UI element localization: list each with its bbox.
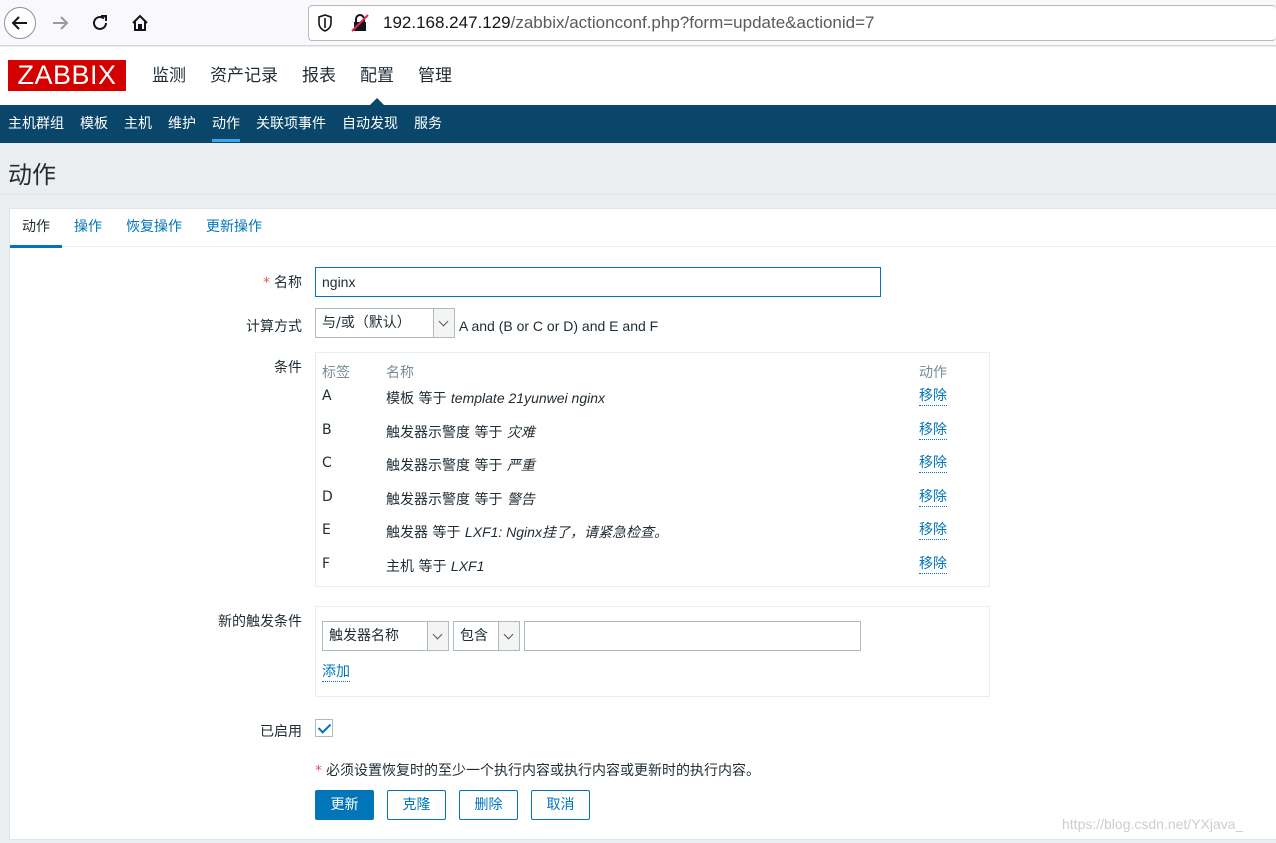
arrow-right-icon bbox=[53, 16, 69, 30]
condition-name: 触发器示警度 等于 灾难 bbox=[386, 424, 535, 441]
col-header-action: 动作 bbox=[919, 365, 947, 381]
condition-label: C bbox=[322, 455, 332, 471]
update-button[interactable]: 更新 bbox=[315, 790, 374, 820]
menu-inventory[interactable]: 资产记录 bbox=[198, 47, 290, 105]
calc-label: 计算方式 bbox=[246, 319, 302, 335]
name-input[interactable]: nginx bbox=[315, 267, 881, 297]
remove-link[interactable]: 移除 bbox=[919, 455, 947, 473]
enabled-label: 已启用 bbox=[260, 724, 302, 740]
browser-toolbar: 192.168.247.129/zabbix/actionconf.php?fo… bbox=[0, 0, 1276, 46]
subnav-templates[interactable]: 模板 bbox=[72, 105, 116, 143]
remove-link[interactable]: 移除 bbox=[919, 422, 947, 440]
subnav-event-correlation[interactable]: 关联项事件 bbox=[248, 105, 334, 143]
url-bar[interactable]: 192.168.247.129/zabbix/actionconf.php?fo… bbox=[308, 5, 1276, 41]
add-condition-link[interactable]: 添加 bbox=[322, 663, 350, 682]
subnav-discovery[interactable]: 自动发现 bbox=[334, 105, 406, 143]
clone-button[interactable]: 克隆 bbox=[387, 790, 446, 820]
condition-operator-select[interactable]: 包含 bbox=[453, 621, 520, 651]
condition-label: B bbox=[322, 422, 332, 438]
table-row: C 触发器示警度 等于 严重 移除 bbox=[316, 455, 989, 489]
home-icon bbox=[132, 14, 148, 31]
back-button[interactable] bbox=[4, 7, 36, 39]
conditions-table: 标签 名称 动作 A 模板 等于 template 21yunwei nginx… bbox=[315, 352, 990, 587]
menu-monitoring[interactable]: 监测 bbox=[140, 47, 198, 105]
table-row: B 触发器示警度 等于 灾难 移除 bbox=[316, 422, 989, 456]
tab-action[interactable]: 动作 bbox=[10, 209, 62, 248]
menu-configuration[interactable]: 配置 bbox=[348, 47, 406, 105]
condition-label: F bbox=[322, 556, 331, 572]
title-divider bbox=[0, 194, 1276, 195]
condition-type-value: 触发器名称 bbox=[329, 628, 399, 644]
subnav-actions[interactable]: 动作 bbox=[204, 105, 248, 143]
remove-link[interactable]: 移除 bbox=[919, 489, 947, 507]
table-row: D 触发器示警度 等于 警告 移除 bbox=[316, 489, 989, 523]
zabbix-logo[interactable]: ZABBIX bbox=[8, 60, 126, 91]
table-row: A 模板 等于 template 21yunwei nginx 移除 bbox=[316, 388, 989, 422]
tab-operations[interactable]: 操作 bbox=[62, 209, 114, 247]
arrow-left-icon bbox=[11, 16, 27, 30]
condition-type-select[interactable]: 触发器名称 bbox=[322, 621, 449, 651]
condition-name: 模板 等于 template 21yunwei nginx bbox=[386, 390, 606, 407]
col-header-label: 标签 bbox=[322, 365, 350, 381]
reload-button[interactable] bbox=[84, 7, 116, 39]
subnav-maintenance[interactable]: 维护 bbox=[160, 105, 204, 143]
delete-button[interactable]: 删除 bbox=[459, 790, 518, 820]
page-title: 动作 bbox=[8, 161, 56, 189]
tab-recovery-operations[interactable]: 恢复操作 bbox=[114, 209, 194, 247]
condition-label: E bbox=[322, 522, 331, 538]
subnav-host-groups[interactable]: 主机群组 bbox=[0, 105, 72, 143]
required-note: * 必须设置恢复时的至少一个执行内容或执行内容或更新时的执行内容。 bbox=[315, 763, 760, 779]
condition-label: D bbox=[322, 489, 333, 505]
insecure-lock-icon bbox=[351, 14, 369, 36]
condition-value-input[interactable] bbox=[524, 621, 861, 651]
condition-label: A bbox=[322, 388, 332, 404]
main-menu: 监测 资产记录 报表 配置 管理 bbox=[140, 47, 464, 105]
form-tabs: 动作 操作 恢复操作 更新操作 bbox=[10, 209, 1276, 248]
tab-update-operations[interactable]: 更新操作 bbox=[194, 209, 274, 247]
condition-operator-value: 包含 bbox=[460, 628, 488, 644]
remove-link[interactable]: 移除 bbox=[919, 522, 947, 540]
home-button[interactable] bbox=[124, 7, 156, 39]
menu-reports[interactable]: 报表 bbox=[290, 47, 348, 105]
watermark: https://blog.csdn.net/YXjava_ bbox=[1062, 816, 1244, 832]
cancel-button[interactable]: 取消 bbox=[531, 790, 590, 820]
subnav-hosts[interactable]: 主机 bbox=[116, 105, 160, 143]
table-row: F 主机 等于 LXF1 移除 bbox=[316, 556, 989, 590]
new-condition-box: 触发器名称 包含 添加 bbox=[315, 606, 990, 697]
condition-name: 触发器 等于 LXF1: Nginx挂了，请紧急检查。 bbox=[386, 524, 668, 541]
chevron-down-icon bbox=[433, 309, 454, 337]
url-text: 192.168.247.129/zabbix/actionconf.php?fo… bbox=[383, 13, 875, 32]
new-condition-label: 新的触发条件 bbox=[218, 614, 302, 630]
col-header-name: 名称 bbox=[386, 365, 414, 381]
shield-icon bbox=[317, 14, 333, 36]
subnav-services[interactable]: 服务 bbox=[406, 105, 450, 143]
forward-button[interactable] bbox=[44, 7, 76, 39]
action-form: 动作 操作 恢复操作 更新操作 * 名称 nginx 计算方式 与/或（默认） A… bbox=[9, 208, 1276, 840]
conditions-label: 条件 bbox=[274, 360, 302, 376]
calc-expression: A and (B or C or D) and E and F bbox=[459, 318, 659, 334]
top-header: ZABBIX 监测 资产记录 报表 配置 管理 bbox=[0, 47, 1276, 105]
remove-link[interactable]: 移除 bbox=[919, 388, 947, 406]
chevron-down-icon bbox=[427, 622, 448, 650]
chevron-down-icon bbox=[498, 622, 519, 650]
sub-nav: 主机群组 模板 主机 维护 动作 关联项事件 自动发现 服务 bbox=[0, 105, 1276, 143]
menu-administration[interactable]: 管理 bbox=[406, 47, 464, 105]
condition-name: 触发器示警度 等于 严重 bbox=[386, 457, 535, 474]
calc-type-select[interactable]: 与/或（默认） bbox=[315, 308, 455, 338]
enabled-checkbox[interactable] bbox=[315, 719, 333, 737]
calc-type-value: 与/或（默认） bbox=[322, 315, 411, 331]
name-label: * 名称 bbox=[263, 275, 302, 291]
table-row: E 触发器 等于 LXF1: Nginx挂了，请紧急检查。 移除 bbox=[316, 522, 989, 556]
condition-name: 主机 等于 LXF1 bbox=[386, 558, 485, 575]
reload-icon bbox=[93, 15, 107, 30]
remove-link[interactable]: 移除 bbox=[919, 556, 947, 574]
condition-name: 触发器示警度 等于 警告 bbox=[386, 491, 535, 508]
